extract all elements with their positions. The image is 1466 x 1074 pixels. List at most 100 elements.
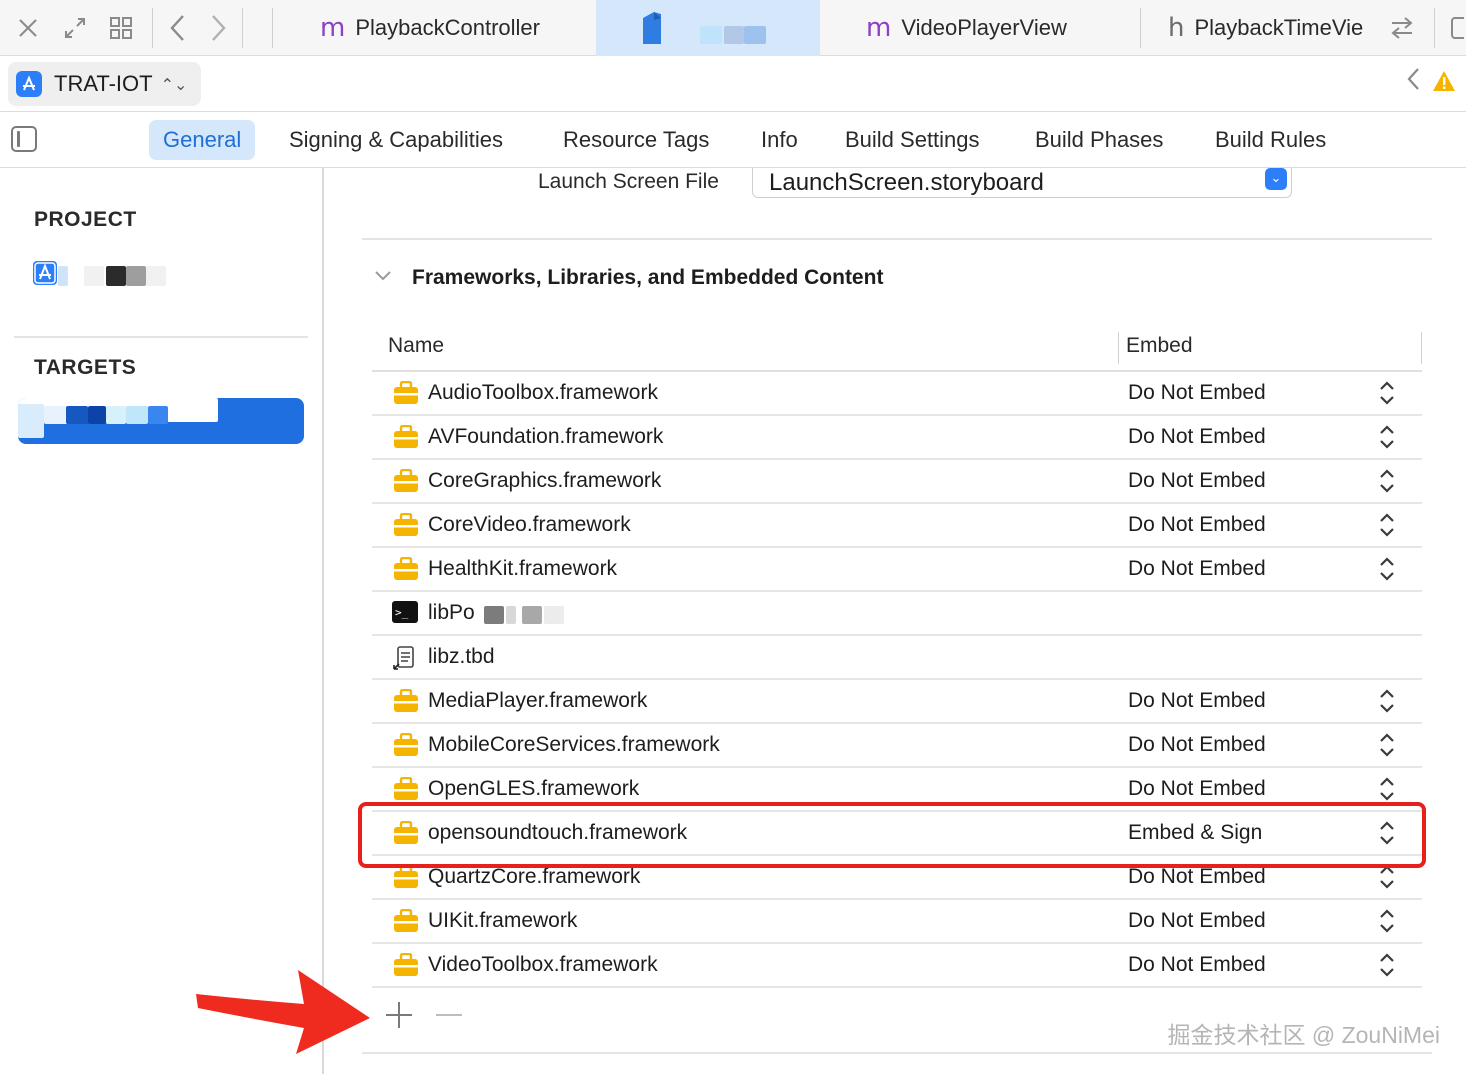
framework-name: QuartzCore.framework xyxy=(428,865,641,888)
scheme-selector[interactable]: TRAT-IOT ⌃⌄ xyxy=(8,62,202,106)
table-row[interactable]: AVFoundation.framework Do Not Embed xyxy=(372,416,1422,460)
split-icon[interactable] xyxy=(1446,10,1466,46)
tab-label: PlaybackTimeVie xyxy=(1194,15,1364,40)
framework-icon xyxy=(392,953,420,979)
issue-back-icon[interactable] xyxy=(1406,66,1422,99)
chevron-updown-icon[interactable] xyxy=(1378,511,1396,539)
toolbar-divider xyxy=(272,8,273,48)
embed-option-popup[interactable]: Do Not Embed xyxy=(1128,557,1266,581)
table-row[interactable]: CoreGraphics.framework Do Not Embed xyxy=(372,460,1422,504)
column-header-embed[interactable]: Embed xyxy=(1126,334,1193,358)
chevron-updown-icon[interactable] xyxy=(1378,423,1396,451)
disclosure-chevron-icon[interactable] xyxy=(374,264,392,288)
table-row[interactable]: AudioToolbox.framework Do Not Embed xyxy=(372,372,1422,416)
framework-name: CoreVideo.framework xyxy=(428,513,631,536)
general-settings-pane: Launch Screen File LaunchScreen.storyboa… xyxy=(326,168,1466,1074)
column-header-name[interactable]: Name xyxy=(388,334,444,358)
chevron-updown-icon: ⌃⌄ xyxy=(160,74,188,94)
column-separator xyxy=(1421,332,1422,364)
embed-option-popup[interactable]: Do Not Embed xyxy=(1128,425,1266,449)
tab-playback-controller[interactable]: m PlaybackController xyxy=(320,0,590,56)
embed-option-popup[interactable]: Do Not Embed xyxy=(1128,953,1266,977)
tab-build-rules[interactable]: Build Rules xyxy=(1201,120,1340,160)
tab-resource-tags[interactable]: Resource Tags xyxy=(549,120,723,160)
table-row[interactable]: MediaPlayer.framework Do Not Embed xyxy=(372,680,1422,724)
embed-option-popup[interactable]: Do Not Embed xyxy=(1128,777,1266,801)
tab-label: PlaybackController xyxy=(355,15,540,40)
table-row[interactable]: HealthKit.framework Do Not Embed xyxy=(372,548,1422,592)
project-navigator: PROJECT TARGETS xyxy=(0,168,324,1074)
redacted-block xyxy=(88,406,106,424)
redacted-block xyxy=(66,406,88,424)
chevron-updown-icon[interactable] xyxy=(1378,687,1396,715)
chevron-updown-icon[interactable] xyxy=(1378,775,1396,803)
embed-option-popup[interactable]: Do Not Embed xyxy=(1128,513,1266,537)
section-divider xyxy=(362,1052,1432,1054)
chevron-updown-icon[interactable] xyxy=(1378,907,1396,935)
embed-option-popup[interactable]: Do Not Embed xyxy=(1128,733,1266,757)
tab-info[interactable]: Info xyxy=(747,120,812,160)
embed-option-popup[interactable]: Do Not Embed xyxy=(1128,865,1266,889)
back-icon[interactable] xyxy=(160,10,196,46)
table-row[interactable]: CoreVideo.framework Do Not Embed xyxy=(372,504,1422,548)
file-icon xyxy=(643,12,661,44)
toolbar-divider xyxy=(1434,8,1435,48)
app-target-icon xyxy=(16,71,42,97)
embed-option-popup[interactable]: Do Not Embed xyxy=(1128,909,1266,933)
forward-icon[interactable] xyxy=(200,10,236,46)
tab-build-phases[interactable]: Build Phases xyxy=(1021,120,1177,160)
launch-screen-popup[interactable]: LaunchScreen.storyboard ⌄ xyxy=(752,168,1292,198)
toolbar-divider xyxy=(1140,8,1141,48)
framework-name: VideoToolbox.framework xyxy=(428,953,658,976)
embed-option-popup[interactable]: Do Not Embed xyxy=(1128,469,1266,493)
close-icon[interactable] xyxy=(10,10,46,46)
redacted-block xyxy=(522,606,542,624)
add-framework-button[interactable] xyxy=(384,1000,414,1036)
framework-icon xyxy=(392,865,420,891)
chevron-updown-icon[interactable] xyxy=(1378,951,1396,979)
table-row[interactable]: UIKit.framework Do Not Embed xyxy=(372,900,1422,944)
embed-option-popup[interactable]: Do Not Embed xyxy=(1128,381,1266,405)
expand-icon[interactable] xyxy=(57,10,93,46)
redacted-block xyxy=(18,404,44,438)
redacted-block xyxy=(126,266,146,286)
tab-playback-time-view[interactable]: h PlaybackTimeVie xyxy=(1168,0,1376,56)
frameworks-section-title: Frameworks, Libraries, and Embedded Cont… xyxy=(412,266,884,289)
framework-icon xyxy=(392,909,420,935)
project-heading: PROJECT xyxy=(34,208,137,231)
framework-name: libz.tbd xyxy=(428,645,495,668)
framework-name: AudioToolbox.framework xyxy=(428,381,658,404)
redacted-block xyxy=(106,406,126,424)
framework-name: MediaPlayer.framework xyxy=(428,689,648,712)
grid-icon[interactable] xyxy=(103,10,139,46)
project-item[interactable] xyxy=(32,260,58,286)
redacted-block xyxy=(506,606,516,624)
warning-icon[interactable] xyxy=(1432,70,1456,92)
chevron-updown-icon[interactable] xyxy=(1378,467,1396,495)
tab-active-file[interactable] xyxy=(596,0,820,56)
chevron-updown-icon[interactable] xyxy=(1378,731,1396,759)
sidebar-toggle-icon[interactable] xyxy=(11,126,37,152)
tab-video-player-view[interactable]: m VideoPlayerView xyxy=(866,0,1106,56)
table-row[interactable]: VideoToolbox.framework Do Not Embed xyxy=(372,944,1422,988)
remove-framework-button[interactable] xyxy=(434,1000,464,1036)
tab-signing-capabilities[interactable]: Signing & Capabilities xyxy=(275,120,517,160)
navigator-divider xyxy=(14,336,308,338)
framework-name: HealthKit.framework xyxy=(428,557,618,580)
redacted-block xyxy=(744,26,766,44)
table-row[interactable]: >_ libPo xyxy=(372,592,1422,636)
tab-general[interactable]: General xyxy=(149,120,256,160)
framework-icon xyxy=(392,777,420,803)
table-row[interactable]: MobileCoreServices.framework Do Not Embed xyxy=(372,724,1422,768)
tab-build-settings[interactable]: Build Settings xyxy=(831,120,994,160)
target-item-selected[interactable] xyxy=(18,398,304,444)
chevron-updown-icon[interactable] xyxy=(1378,379,1396,407)
terminal-icon: >_ xyxy=(392,601,420,627)
launch-screen-label: Launch Screen File xyxy=(538,170,719,193)
embed-option-popup[interactable]: Do Not Embed xyxy=(1128,689,1266,713)
chevron-updown-icon[interactable] xyxy=(1378,555,1396,583)
redacted-block xyxy=(148,406,168,424)
arrow-annotation-icon xyxy=(196,970,370,1054)
swap-icon[interactable] xyxy=(1384,10,1420,46)
table-row[interactable]: libz.tbd xyxy=(372,636,1422,680)
